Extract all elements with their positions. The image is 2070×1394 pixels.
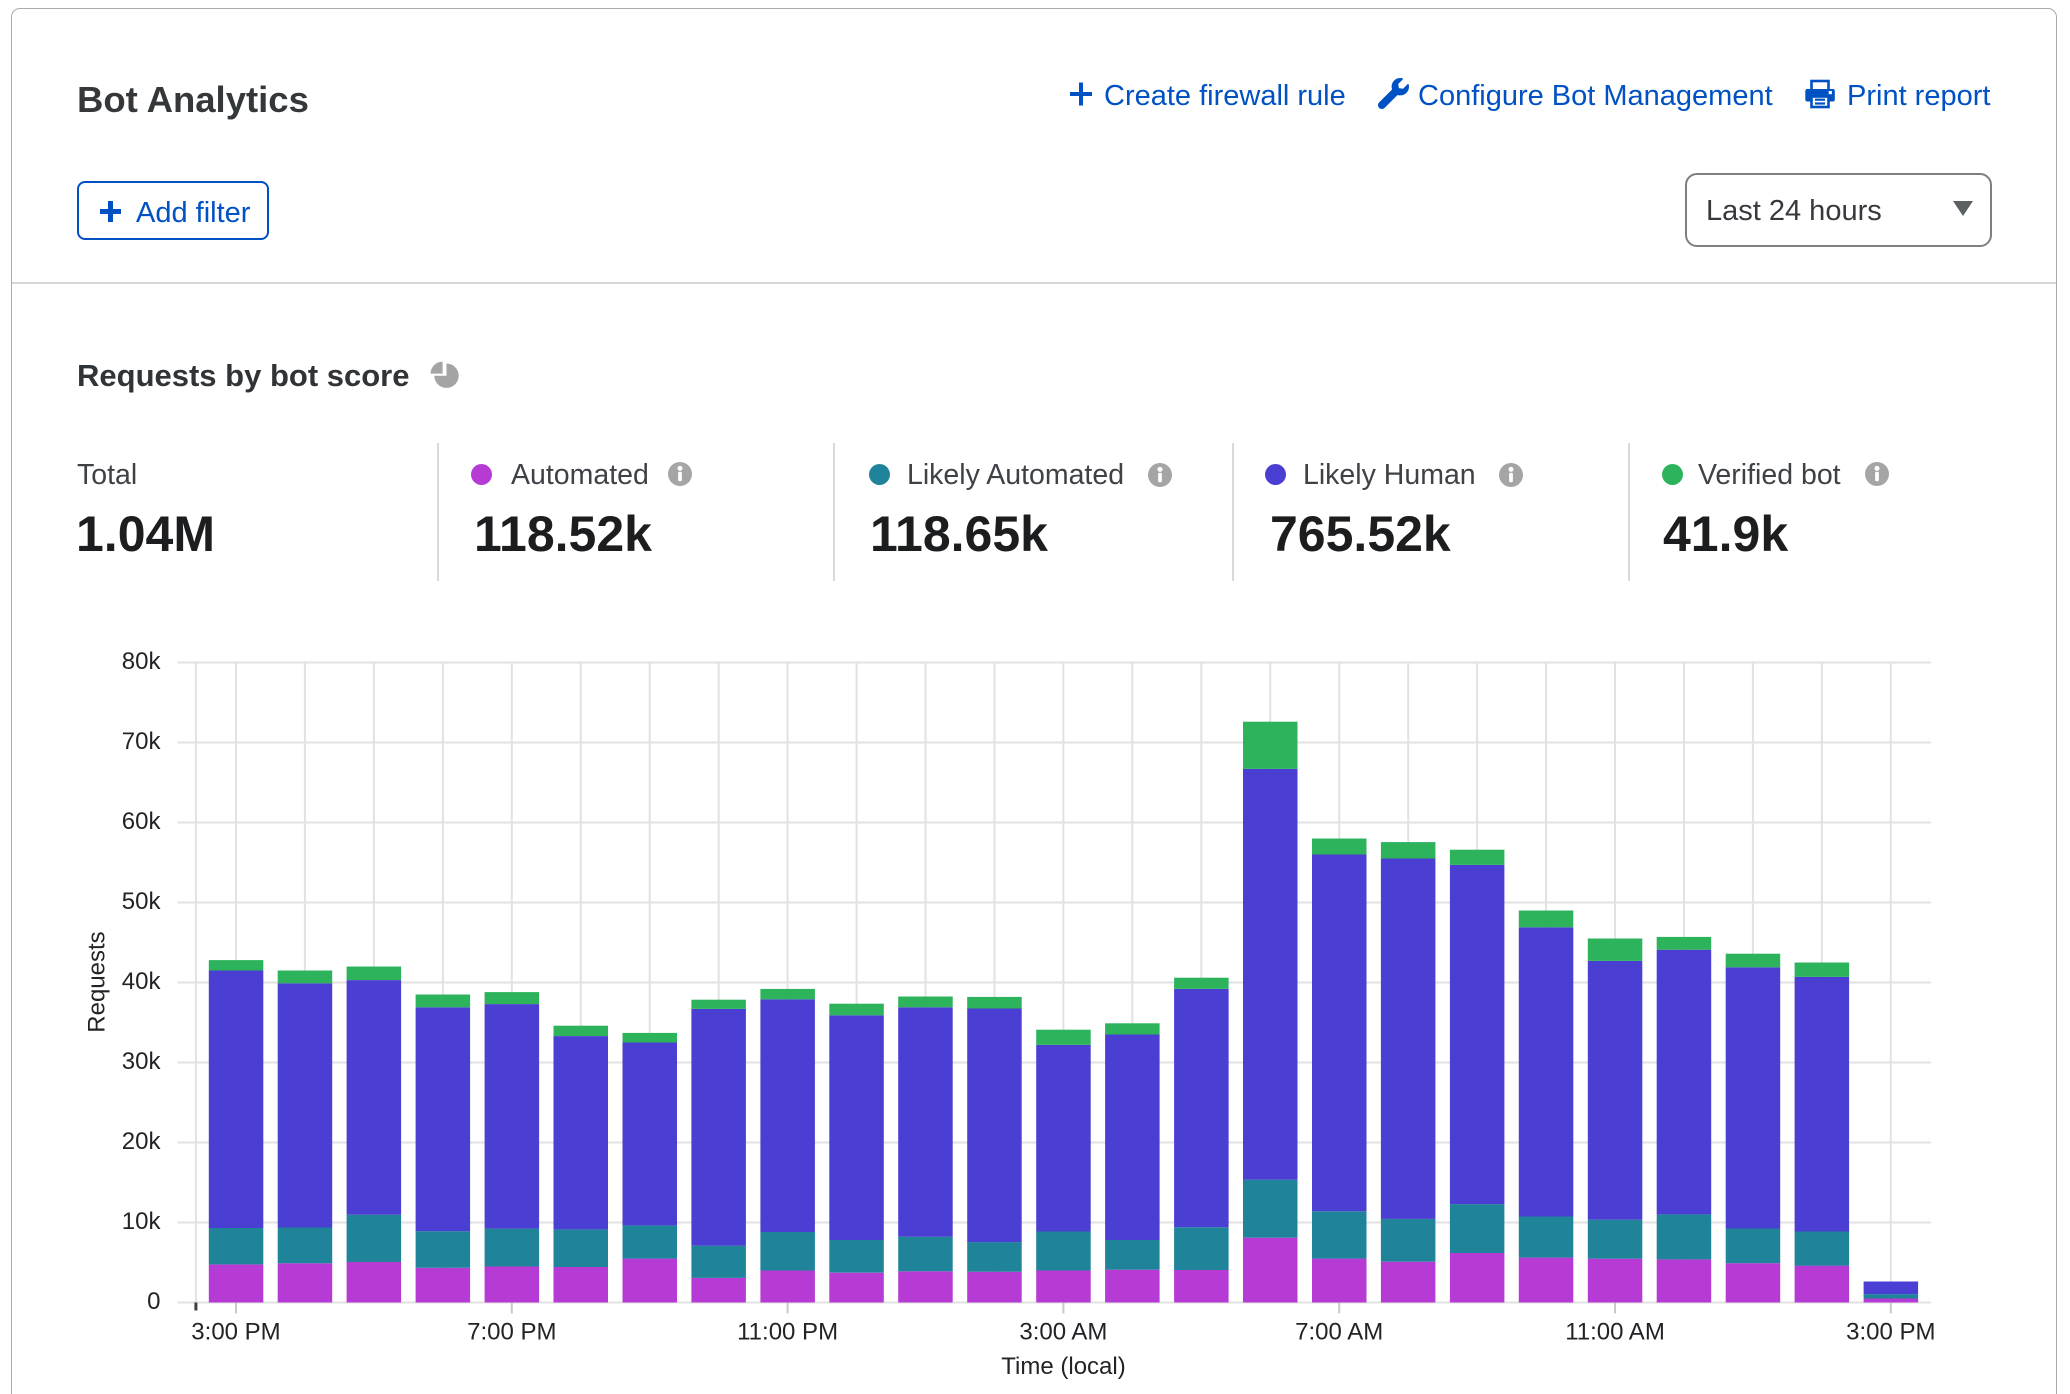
svg-text:3:00 AM: 3:00 AM [1019,1319,1107,1346]
svg-text:11:00 AM: 11:00 AM [1565,1319,1665,1346]
svg-text:30k: 30k [122,1048,162,1075]
svg-text:3:00 PM: 3:00 PM [1846,1319,1935,1346]
svg-text:80k: 80k [122,648,162,675]
svg-text:0: 0 [147,1288,160,1315]
svg-text:3:00 PM: 3:00 PM [191,1319,280,1346]
svg-text:10k: 10k [122,1208,162,1235]
svg-text:Time (local): Time (local) [1001,1353,1125,1380]
svg-text:40k: 40k [122,968,162,995]
svg-text:Requests: Requests [84,931,111,1032]
svg-text:60k: 60k [122,808,162,835]
svg-text:7:00 PM: 7:00 PM [467,1319,556,1346]
svg-text:70k: 70k [122,728,162,755]
svg-text:11:00 PM: 11:00 PM [737,1319,838,1346]
svg-text:20k: 20k [122,1128,162,1155]
svg-text:7:00 AM: 7:00 AM [1295,1319,1383,1346]
svg-text:50k: 50k [122,888,162,915]
